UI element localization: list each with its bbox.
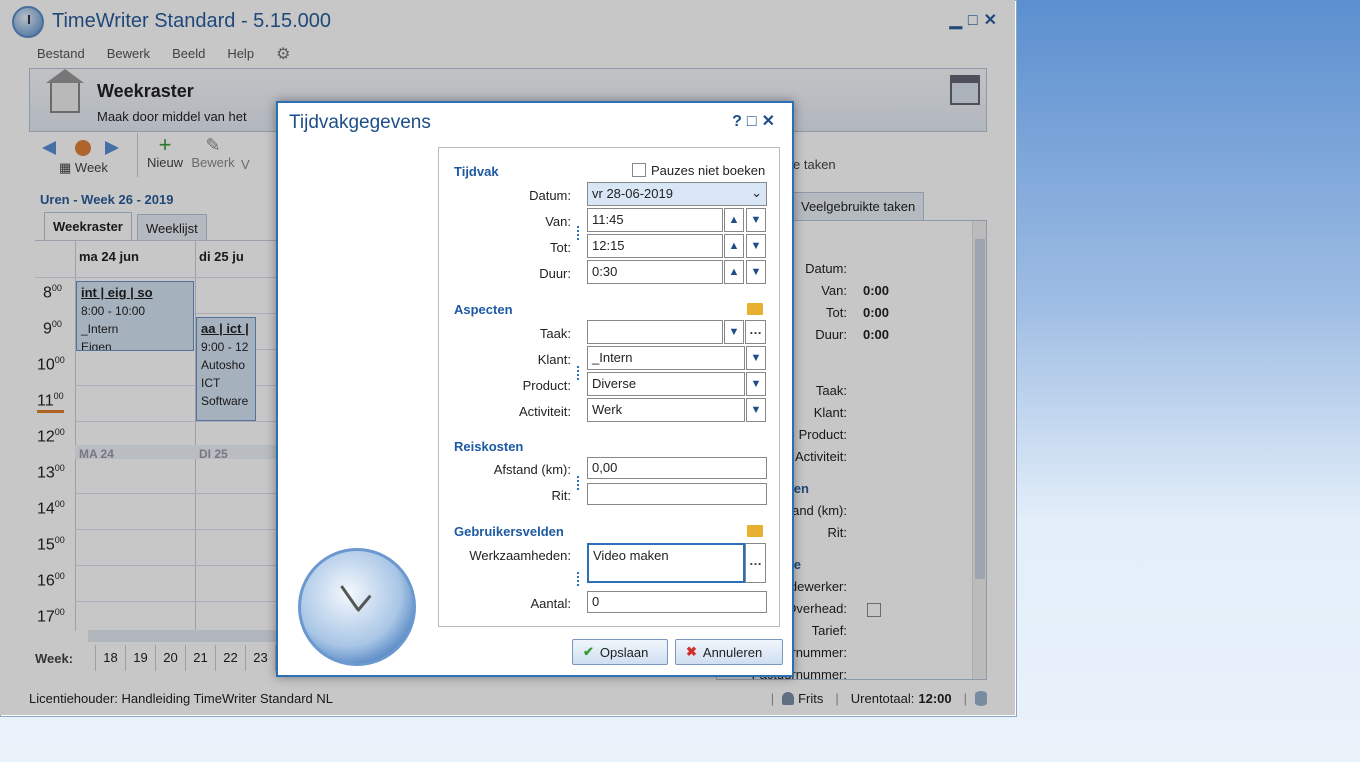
chevron-up-icon[interactable]: ▲ [724, 208, 744, 232]
label-datum: Datum: [529, 188, 571, 203]
label-product: Product: [522, 378, 571, 393]
werkzaamheden-browse-button[interactable]: … [745, 543, 766, 583]
pauzes-checkbox[interactable] [632, 163, 646, 177]
close-icon: ✖ [686, 644, 697, 659]
klant-select[interactable]: _Intern [587, 346, 745, 370]
chevron-up-icon[interactable]: ▲ [724, 234, 744, 258]
taak-input[interactable] [587, 320, 723, 344]
label-klant: Klant: [537, 352, 571, 367]
afstand-input[interactable]: 0,00 [587, 457, 767, 479]
folder-icon[interactable] [747, 303, 763, 315]
aantal-input[interactable]: 0 [587, 591, 767, 613]
chevron-down-icon[interactable]: ▼ [746, 208, 766, 232]
tot-input[interactable]: 12:15 [587, 234, 723, 258]
rit-input[interactable] [587, 483, 767, 505]
section-aspecten: Aspecten [454, 302, 513, 317]
chevron-down-icon[interactable]: ▼ [746, 260, 766, 284]
chevron-down-icon[interactable]: ▼ [724, 320, 744, 344]
section-tijdvak: Tijdvak [454, 164, 499, 179]
van-input[interactable]: 11:45 [587, 208, 723, 232]
chevron-down-icon[interactable]: ▼ [746, 234, 766, 258]
save-label: Opslaan [599, 644, 649, 660]
chevron-down-icon: ⌄ [751, 185, 762, 200]
label-afstand: Afstand (km): [493, 462, 571, 477]
taak-browse-button[interactable]: … [745, 320, 766, 344]
label-rit: Rit: [551, 488, 572, 503]
cancel-label: Annuleren [702, 644, 763, 660]
chevron-down-icon[interactable]: ▼ [746, 346, 766, 370]
dialog-title: Tijdvakgegevens [289, 112, 431, 133]
werkzaamheden-input[interactable]: Video maken [587, 543, 745, 583]
save-button[interactable]: ✔ Opslaan [572, 639, 668, 665]
folder-icon[interactable] [747, 525, 763, 537]
datum-select[interactable]: vr 28-06-2019 ⌄ [587, 182, 767, 206]
chevron-down-icon[interactable]: ▼ [746, 372, 766, 396]
chevron-down-icon[interactable]: ▼ [746, 398, 766, 422]
label-van: Van: [545, 214, 571, 229]
label-tot: Tot: [550, 240, 571, 255]
pauzes-label: Pauzes niet boeken [651, 163, 766, 178]
cancel-button[interactable]: ✖ Annuleren [675, 639, 783, 665]
label-werkzaamheden: Werkzaamheden: [469, 548, 571, 563]
label-aantal: Aantal: [530, 596, 571, 611]
activiteit-select[interactable]: Werk [587, 398, 745, 422]
duur-input[interactable]: 0:30 [587, 260, 723, 284]
clock-icon [298, 548, 416, 666]
section-gebruikersvelden: Gebruikersvelden [454, 524, 564, 539]
dialog-form: Tijdvak Pauzes niet boeken Datum: vr 28-… [438, 147, 780, 627]
dialog-controls[interactable]: ?□✕ [732, 111, 780, 131]
tijdvak-dialog: Tijdvakgegevens ?□✕ Tijdvak Pauzes niet … [276, 101, 794, 677]
chevron-up-icon[interactable]: ▲ [724, 260, 744, 284]
product-select[interactable]: Diverse [587, 372, 745, 396]
label-duur: Duur: [539, 266, 571, 281]
label-activiteit: Activiteit: [518, 404, 571, 419]
datum-value: vr 28-06-2019 [592, 186, 673, 201]
check-icon: ✔ [583, 644, 594, 659]
label-taak: Taak: [539, 326, 571, 341]
section-reiskosten: Reiskosten [454, 439, 524, 454]
